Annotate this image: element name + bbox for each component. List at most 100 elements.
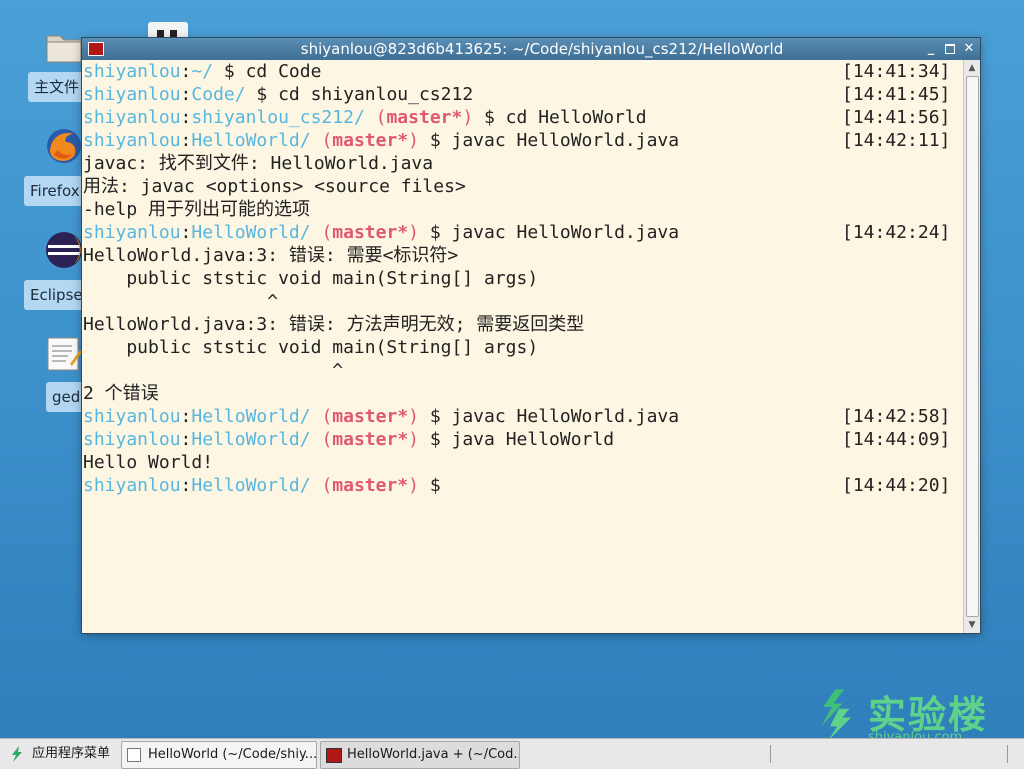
scroll-down-icon[interactable]: ▼ (964, 617, 980, 633)
terminal-line: shiyanlou:HelloWorld/ (master*) $ javac … (82, 129, 962, 152)
git-branch: master* (332, 475, 409, 496)
applications-menu-label: 应用程序菜单 (32, 746, 111, 761)
prompt-command: $ cd HelloWorld (473, 107, 647, 128)
terminal-line: shiyanlou:HelloWorld/ (master*) $ javac … (82, 405, 962, 428)
folder-icon (46, 35, 82, 63)
leaf-icon (12, 746, 22, 762)
applications-menu-button[interactable]: 应用程序菜单 (4, 742, 114, 766)
git-branch-close: ) (462, 107, 474, 128)
git-branch-close: ) (408, 130, 419, 151)
prompt-user: shiyanlou (83, 61, 181, 82)
terminal-line: shiyanlou:HelloWorld/ (master*) $ [14:44:… (82, 474, 962, 497)
prompt-separator: : (180, 222, 192, 243)
prompt-user: shiyanlou (83, 107, 181, 128)
desktop-icon-label: Eclipse (24, 280, 89, 310)
timestamp: [14:41:34] (842, 61, 951, 82)
git-branch-close: ) (408, 222, 419, 243)
timestamp: [14:44:09] (842, 429, 951, 450)
eclipse-icon (46, 232, 82, 268)
prompt-path: HelloWorld/ (191, 475, 311, 496)
prompt-separator: : (180, 84, 192, 105)
git-branch-close: ) (408, 406, 419, 427)
gedit-icon (127, 748, 141, 762)
brand-url: shiyanlou.com (868, 730, 963, 738)
git-branch-open: ( (310, 222, 333, 243)
terminal-line: javac: 找不到文件: HelloWorld.java (82, 152, 962, 175)
scroll-thumb[interactable] (966, 76, 979, 617)
terminal-window[interactable]: shiyanlou@823d6b413625: ~/Code/shiyanlou… (82, 38, 980, 633)
prompt-command: $ (419, 475, 441, 496)
firefox-icon (47, 129, 81, 163)
terminal-line: ^ (82, 290, 962, 313)
prompt-separator: : (180, 61, 192, 82)
taskbar-separator (1007, 745, 1008, 763)
git-branch-close: ) (408, 429, 419, 450)
minimize-button[interactable]: _ (923, 41, 939, 57)
desktop: 主文件 Firefox Eclipse gedi shiyanlou@823d6… (0, 0, 1024, 738)
prompt-path: HelloWorld/ (191, 406, 311, 427)
git-branch: master* (332, 130, 409, 151)
timestamp: [14:42:58] (842, 406, 951, 427)
git-branch-open: ( (364, 107, 387, 128)
window-title: shiyanlou@823d6b413625: ~/Code/shiyanlou… (300, 40, 784, 58)
terminal-line: shiyanlou:HelloWorld/ (master*) $ javac … (82, 221, 962, 244)
scroll-up-icon[interactable]: ▲ (964, 60, 980, 76)
git-branch-open: ( (310, 406, 333, 427)
output-text: Hello World! (83, 452, 214, 473)
prompt-separator: : (180, 406, 192, 427)
close-button[interactable]: ✕ (961, 41, 977, 57)
timestamp: [14:42:24] (842, 222, 951, 243)
taskbar-item-label: HelloWorld (~/Code/shiy... (148, 747, 317, 762)
git-branch: master* (332, 406, 409, 427)
terminal-line: shiyanlou:Code/ $ cd shiyanlou_cs212 [14:… (82, 83, 962, 106)
output-text: 2 个错误 (83, 383, 159, 404)
terminal-line: public ststic void main(String[] args) (82, 336, 962, 359)
prompt-path: HelloWorld/ (191, 222, 311, 243)
terminal-line: 2 个错误 (82, 382, 962, 405)
git-branch-open: ( (310, 475, 333, 496)
output-text: HelloWorld.java:3: 错误: 方法声明无效; 需要返回类型 (83, 314, 585, 335)
prompt-user: shiyanlou (83, 429, 181, 450)
prompt-path: ~/ (191, 61, 214, 82)
terminal-line: 用法: javac <options> <source files> (82, 175, 962, 198)
prompt-command: $ javac HelloWorld.java (419, 406, 680, 427)
taskbar-item-terminal[interactable]: HelloWorld.java + (~/Cod... (320, 741, 520, 769)
vertical-scrollbar[interactable]: ▲ ▼ (963, 60, 980, 633)
maximize-button[interactable] (942, 41, 958, 57)
prompt-user: shiyanlou (83, 406, 181, 427)
terminal-line: -help 用于列出可能的选项 (82, 198, 962, 221)
output-text: HelloWorld.java:3: 错误: 需要<标识符> (83, 245, 459, 266)
taskbar-separator (770, 745, 771, 763)
prompt-user: shiyanlou (83, 84, 181, 105)
terminal-line: public ststic void main(String[] args) (82, 267, 962, 290)
terminal-app-icon (88, 42, 104, 56)
gedit-icon (47, 337, 82, 371)
prompt-separator: : (180, 429, 192, 450)
git-branch-open: ( (310, 429, 333, 450)
prompt-command: $ java HelloWorld (419, 429, 615, 450)
taskbar-item-gedit[interactable]: HelloWorld (~/Code/shiy... (121, 741, 317, 769)
prompt-user: shiyanlou (83, 475, 181, 496)
maximize-icon (945, 43, 955, 54)
terminal-line: shiyanlou:shiyanlou_cs212/ (master*) $ c… (82, 106, 962, 129)
prompt-command: $ javac HelloWorld.java (419, 222, 680, 243)
git-branch: master* (332, 429, 409, 450)
prompt-path: HelloWorld/ (191, 130, 311, 151)
output-text: javac: 找不到文件: HelloWorld.java (83, 153, 434, 174)
terminal-line: ^ (82, 359, 962, 382)
output-text: public ststic void main(String[] args) (83, 337, 539, 358)
prompt-user: shiyanlou (83, 222, 181, 243)
prompt-command: $ cd shiyanlou_cs212 (245, 84, 474, 105)
terminal-line: shiyanlou:~/ $ cd Code [14:41:34] (82, 60, 962, 83)
git-branch: master* (332, 222, 409, 243)
prompt-path: HelloWorld/ (191, 429, 311, 450)
prompt-separator: : (180, 475, 192, 496)
git-branch-close: ) (408, 475, 419, 496)
prompt-path: Code/ (191, 84, 246, 105)
output-text: 用法: javac <options> <source files> (83, 176, 466, 197)
git-branch: master* (386, 107, 463, 128)
prompt-separator: : (180, 107, 192, 128)
terminal-app-icon (326, 748, 342, 763)
window-titlebar[interactable]: shiyanlou@823d6b413625: ~/Code/shiyanlou… (82, 38, 980, 60)
terminal-output[interactable]: shiyanlou:~/ $ cd Code [14:41:34] shiyanlo… (82, 60, 962, 633)
